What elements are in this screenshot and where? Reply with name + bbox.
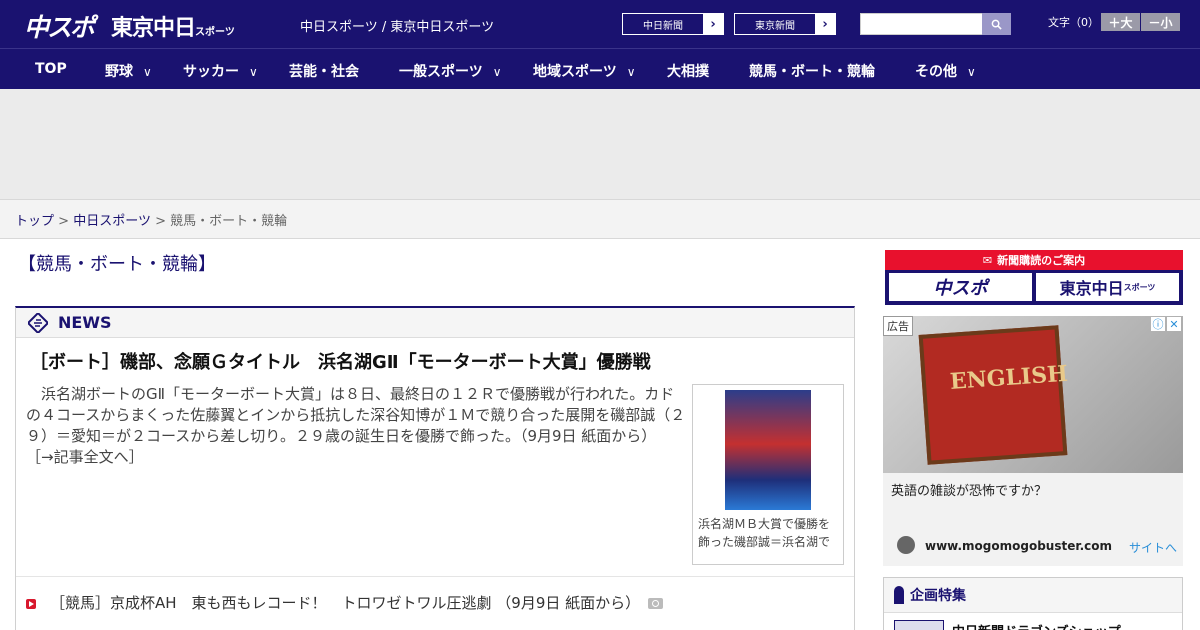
chunichi-shimbun-link[interactable]: 中日新聞 › [622, 13, 724, 35]
ad-text: 英語の雑談が恐怖ですか？ [891, 484, 1048, 499]
tokyo-chunichi-logo[interactable]: 東京中日スポーツ [111, 10, 235, 42]
news-lead: 浜名湖ボートのGⅡ「モーターボート大賞」は８日、最終日の１２Ｒで優勝戦が行われた… [26, 384, 686, 468]
ad-image: ENGLISH 広告 ⓘ ✕ [883, 316, 1183, 473]
nav-label: TOP [35, 61, 67, 77]
news-label: NEWS [58, 313, 112, 332]
chunichi-shimbun-label: 中日新聞 [643, 20, 683, 32]
feature-title: 企画特集 [910, 588, 966, 604]
chevron-down-icon: ∨ [249, 65, 258, 79]
ribbon-icon [894, 586, 904, 604]
chevron-down-icon: ∨ [492, 65, 502, 79]
main-nav: TOP 野球 ∨ サッカー ∨ 芸能・社会 一般スポーツ ∨ 地域スポーツ ∨ 大相撲 … [0, 48, 1200, 89]
play-bullet-icon [26, 598, 36, 609]
nav-item-baseball[interactable]: 野球 ∨ [105, 61, 152, 81]
nav-label: サッカー [183, 64, 239, 80]
read-more-link[interactable]: ［→記事全文へ］ [26, 448, 144, 466]
search-button[interactable] [982, 13, 1011, 35]
ad-visit-link[interactable]: サイトへ [1129, 539, 1177, 556]
subscribe-tokyo-button[interactable]: 東京中日 スポーツ [1036, 273, 1179, 301]
nav-item-other[interactable]: その他 ∨ [915, 61, 976, 81]
nav-label: 一般スポーツ [399, 64, 483, 80]
news-photo-image [725, 390, 811, 510]
font-size-label: 文字（0） [1048, 16, 1099, 29]
breadcrumb-sep: > [58, 214, 70, 229]
subscription-title: ✉ 新聞購読のご案内 [885, 250, 1183, 270]
news-headline[interactable]: ［ボート］磯部、念願Ｇタイトル 浜名湖GⅡ「モーターボート大賞」優勝戦 [30, 348, 651, 374]
nav-label: 競馬・ボート・競輪 [749, 64, 875, 80]
chevron-down-icon: ∨ [626, 65, 636, 79]
chevron-right-icon: › [815, 14, 835, 34]
nav-item-local-sports[interactable]: 地域スポーツ ∨ [533, 61, 636, 81]
ad-tag: 広告 [883, 316, 913, 336]
book-text: ENGLISH [949, 360, 1069, 395]
feature-box: 企画特集 中日新聞ドラゴンズショップ [883, 577, 1183, 630]
sidebar-ad[interactable]: ENGLISH 広告 ⓘ ✕ 英語の雑談が恐怖ですか？ www.mogomogo… [883, 316, 1183, 566]
search-input[interactable] [860, 13, 983, 35]
news-icon [28, 312, 48, 333]
top-header: 中スポ 東京中日スポーツ 中日スポーツ / 東京中日スポーツ 中日新聞 › 東京… [0, 0, 1200, 48]
nav-item-sumo[interactable]: 大相撲 [667, 61, 709, 81]
news-lead-text: 浜名湖ボートのGⅡ「モーターボート大賞」は８日、最終日の１２Ｒで優勝戦が行われた… [26, 385, 686, 445]
camera-icon [648, 598, 664, 609]
close-icon[interactable]: ✕ [1167, 317, 1181, 331]
subscribe-tokyo-text: 東京中日 [1059, 279, 1124, 298]
ad-banner-area [0, 89, 1200, 200]
nav-label: その他 [915, 64, 957, 80]
subscribe-chuspo-button[interactable]: 中スポ [889, 273, 1032, 301]
ad-info-icon[interactable]: ⓘ [1151, 317, 1165, 331]
news-photo[interactable]: 浜名湖ＭＢ大賞で優勝を飾った磯部誠＝浜名湖で [692, 384, 844, 565]
breadcrumb-current: 競馬・ボート・競輪 [170, 214, 288, 229]
subscription-box: ✉ 新聞購読のご案内 中スポ 東京中日 スポーツ [885, 250, 1183, 305]
chevron-down-icon: ∨ [143, 65, 152, 79]
ad-domain: www.mogomogobuster.com [925, 539, 1112, 553]
news-header: NEWS [16, 308, 854, 338]
nav-label: 地域スポーツ [533, 64, 617, 80]
tokyo-shimbun-link[interactable]: 東京新聞 › [734, 13, 836, 35]
divider [16, 576, 854, 577]
feature-item-text: 中日新聞ドラゴンズショップ [952, 621, 1121, 630]
breadcrumb: トップ > 中日スポーツ > 競馬・ボート・競輪 [0, 200, 1200, 239]
book-illustration: ENGLISH [918, 325, 1069, 465]
nav-item-soccer[interactable]: サッカー ∨ [183, 61, 258, 81]
site-title: 中日スポーツ / 東京中日スポーツ [300, 20, 495, 35]
breadcrumb-section[interactable]: 中日スポーツ [73, 214, 151, 229]
newspaper-icon: ✉ [982, 253, 993, 267]
nav-label: 野球 [105, 64, 133, 80]
subscription-title-text: 新聞購読のご案内 [997, 254, 1086, 267]
tokyo-logo-small: スポーツ [195, 27, 235, 38]
breadcrumb-home[interactable]: トップ [15, 214, 54, 229]
feature-thumbnail [894, 620, 944, 630]
nav-item-entertainment[interactable]: 芸能・社会 [289, 61, 359, 81]
font-smaller-button[interactable]: －小 [1141, 13, 1180, 31]
news-panel: NEWS ［ボート］磯部、念願Ｇタイトル 浜名湖GⅡ「モーターボート大賞」優勝戦… [15, 306, 855, 630]
ad-controls: ⓘ ✕ [1151, 317, 1181, 331]
subscribe-tokyo-small: スポーツ [1123, 282, 1156, 292]
chuspo-logo[interactable]: 中スポ [24, 8, 95, 44]
news-list-item-text: ［競馬］京成杯AH 東も西もレコード！ トロワゼトワル圧逃劇 （9月9日 紙面か… [50, 594, 641, 612]
chevron-right-icon: › [703, 14, 723, 34]
feature-item[interactable]: 中日新聞ドラゴンズショップ [894, 620, 1121, 630]
nav-item-general-sports[interactable]: 一般スポーツ ∨ [399, 61, 502, 81]
page-title: 【競馬・ボート・競輪】 [18, 254, 216, 275]
breadcrumb-sep: > [155, 214, 166, 229]
globe-icon [897, 536, 915, 554]
nav-item-top[interactable]: TOP [35, 61, 67, 77]
feature-header: 企画特集 [884, 578, 1182, 613]
nav-item-keiba-boat-keirin[interactable]: 競馬・ボート・競輪 [749, 61, 875, 81]
tokyo-logo-text: 東京中日 [111, 16, 196, 41]
nav-label: 芸能・社会 [289, 64, 359, 80]
search-icon [991, 19, 1002, 30]
news-list-item[interactable]: ［競馬］京成杯AH 東も西もレコード！ トロワゼトワル圧逃劇 （9月9日 紙面か… [26, 592, 664, 613]
nav-label: 大相撲 [667, 64, 709, 80]
font-bigger-button[interactable]: ＋大 [1101, 13, 1140, 31]
chevron-down-icon: ∨ [967, 65, 976, 79]
news-photo-caption: 浜名湖ＭＢ大賞で優勝を飾った磯部誠＝浜名湖で [698, 517, 831, 549]
tokyo-shimbun-label: 東京新聞 [755, 20, 795, 32]
